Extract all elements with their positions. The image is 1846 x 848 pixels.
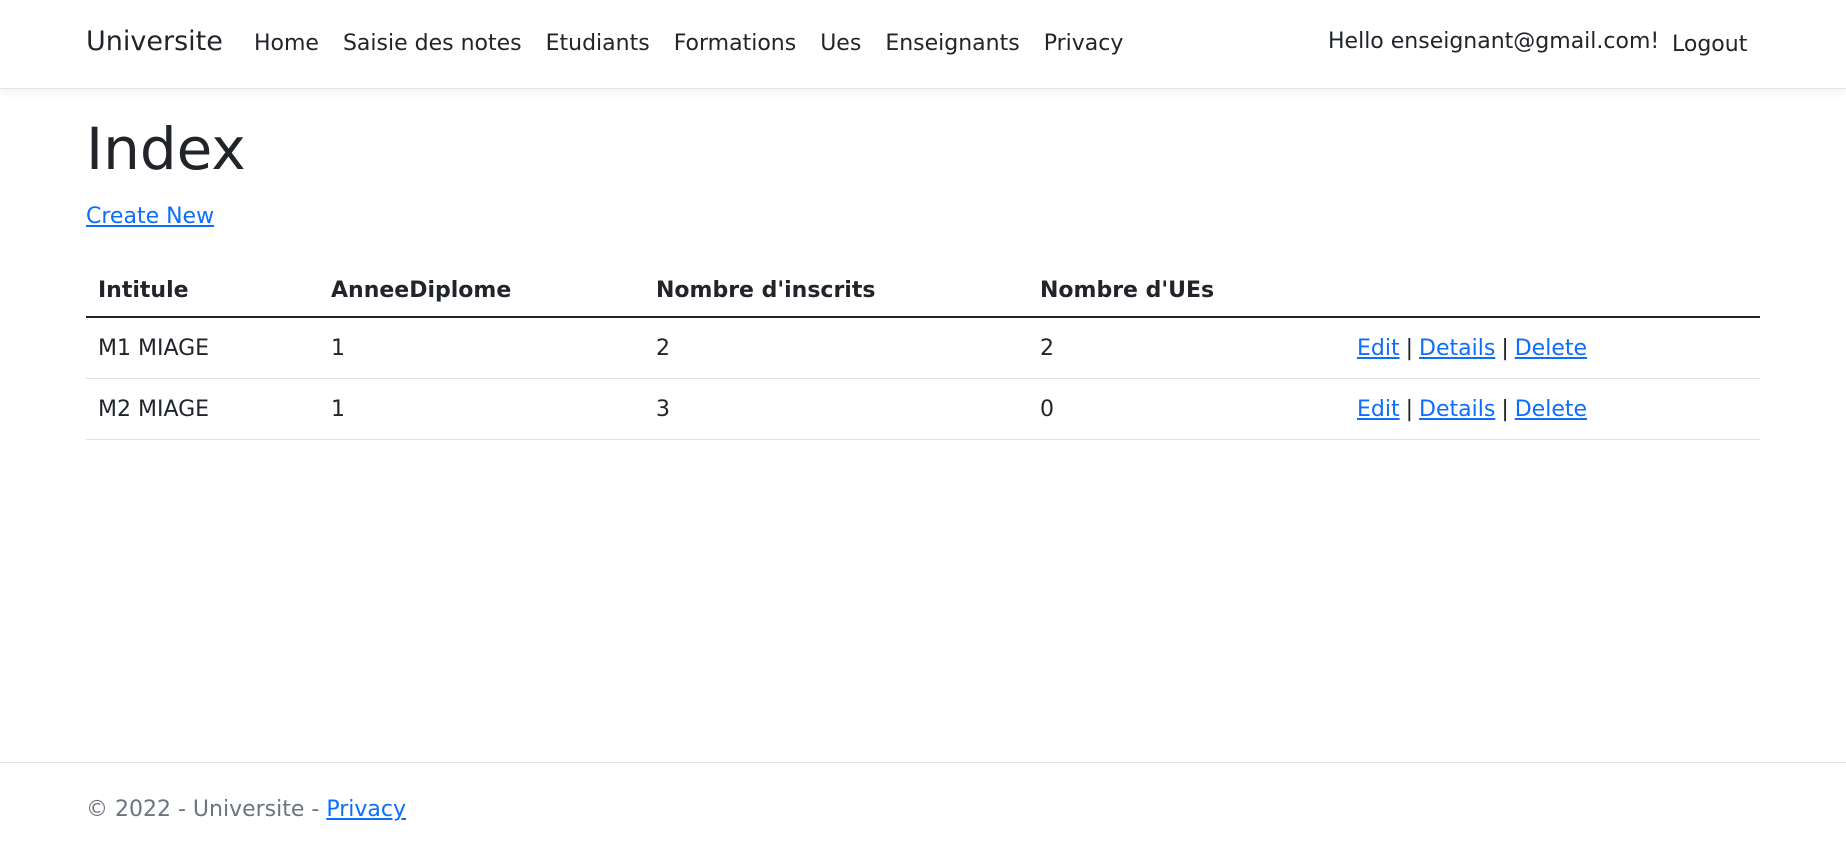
nav-home[interactable]: Home: [254, 31, 319, 56]
page-title: Index: [86, 115, 246, 183]
header-actions: [1345, 264, 1760, 318]
action-separator: |: [1405, 335, 1414, 361]
table-row: M2 MIAGE 1 3 0 Edit | Details | Delete: [86, 378, 1760, 440]
header-nombre-ues: Nombre d'UEs: [1028, 264, 1345, 318]
details-link[interactable]: Details: [1419, 336, 1495, 361]
nav-saisie-des-notes[interactable]: Saisie des notes: [343, 31, 522, 56]
navbar: Universite Home Saisie des notes Etudian…: [0, 0, 1846, 89]
nav-privacy[interactable]: Privacy: [1044, 31, 1124, 56]
cell-actions: Edit | Details | Delete: [1345, 317, 1760, 379]
action-separator: |: [1405, 396, 1414, 422]
cell-nombre-ues: 0: [1028, 378, 1345, 440]
delete-link[interactable]: Delete: [1515, 397, 1587, 422]
footer-privacy-link[interactable]: Privacy: [326, 797, 406, 822]
cell-intitule: M1 MIAGE: [86, 317, 319, 379]
header-intitule: Intitule: [86, 264, 319, 318]
edit-link[interactable]: Edit: [1357, 336, 1400, 361]
delete-link[interactable]: Delete: [1515, 336, 1587, 361]
nav-etudiants[interactable]: Etudiants: [546, 31, 650, 56]
nav-enseignants[interactable]: Enseignants: [885, 31, 1019, 56]
header-nombre-inscrits: Nombre d'inscrits: [644, 264, 1028, 318]
cell-nombre-inscrits: 2: [644, 317, 1028, 379]
table-row: M1 MIAGE 1 2 2 Edit | Details | Delete: [86, 317, 1760, 379]
cell-annee-diplome: 1: [319, 317, 644, 379]
cell-intitule: M2 MIAGE: [86, 378, 319, 440]
nav-ues[interactable]: Ues: [820, 31, 861, 56]
cell-annee-diplome: 1: [319, 378, 644, 440]
user-greeting[interactable]: Hello enseignant@gmail.com!: [1328, 29, 1659, 54]
cell-actions: Edit | Details | Delete: [1345, 378, 1760, 440]
brand-link[interactable]: Universite: [86, 26, 223, 57]
cell-nombre-inscrits: 3: [644, 378, 1028, 440]
footer-text: © 2022 - Universite - Privacy: [86, 797, 406, 822]
logout-button[interactable]: Logout: [1672, 32, 1747, 57]
create-new-link[interactable]: Create New: [86, 204, 214, 229]
table-header-row: Intitule AnneeDiplome Nombre d'inscrits …: [86, 264, 1760, 318]
action-separator: |: [1501, 396, 1509, 422]
copyright-text: © 2022 - Universite -: [86, 797, 327, 822]
formations-table: Intitule AnneeDiplome Nombre d'inscrits …: [86, 264, 1760, 440]
nav-formations[interactable]: Formations: [674, 31, 797, 56]
details-link[interactable]: Details: [1419, 397, 1495, 422]
header-annee-diplome: AnneeDiplome: [319, 264, 644, 318]
action-separator: |: [1501, 335, 1509, 361]
footer: © 2022 - Universite - Privacy: [0, 762, 1846, 848]
main-nav: Home Saisie des notes Etudiants Formatio…: [254, 31, 1147, 56]
edit-link[interactable]: Edit: [1357, 397, 1400, 422]
cell-nombre-ues: 2: [1028, 317, 1345, 379]
